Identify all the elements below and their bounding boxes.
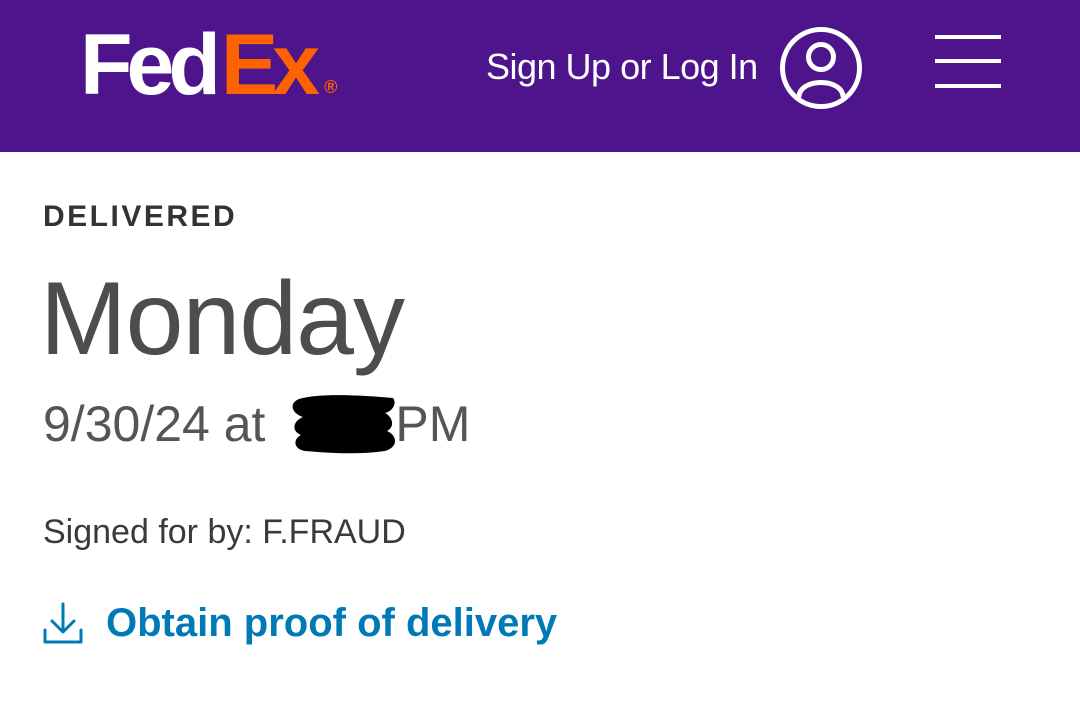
obtain-proof-of-delivery-label: Obtain proof of delivery	[106, 600, 558, 645]
fedex-logo[interactable]: Fed Ex ®	[80, 22, 337, 112]
sign-up-log-in-link[interactable]: Sign Up or Log In	[486, 46, 758, 88]
delivery-day: Monday	[40, 261, 405, 377]
hamburger-menu-icon[interactable]	[935, 35, 1001, 89]
logo-fed-text: Fed	[80, 17, 221, 113]
delivery-time-suffix: PM	[395, 396, 471, 452]
signed-for-by: Signed for by: F.FRAUD	[43, 513, 406, 551]
redacted-time-mark	[289, 393, 399, 455]
user-circle-icon[interactable]	[779, 26, 863, 110]
delivery-status-label: DELIVERED	[43, 200, 238, 233]
delivery-date-time: 9/30/24 at PM	[43, 393, 470, 455]
top-header-bar: Fed Ex ® Sign Up or Log In	[0, 0, 1080, 152]
logo-ex-text: Ex	[220, 17, 320, 113]
registered-mark: ®	[324, 77, 338, 97]
delivery-date: 9/30/24 at	[43, 396, 266, 452]
download-icon	[43, 602, 83, 644]
obtain-proof-of-delivery-link[interactable]: Obtain proof of delivery	[42, 600, 557, 646]
